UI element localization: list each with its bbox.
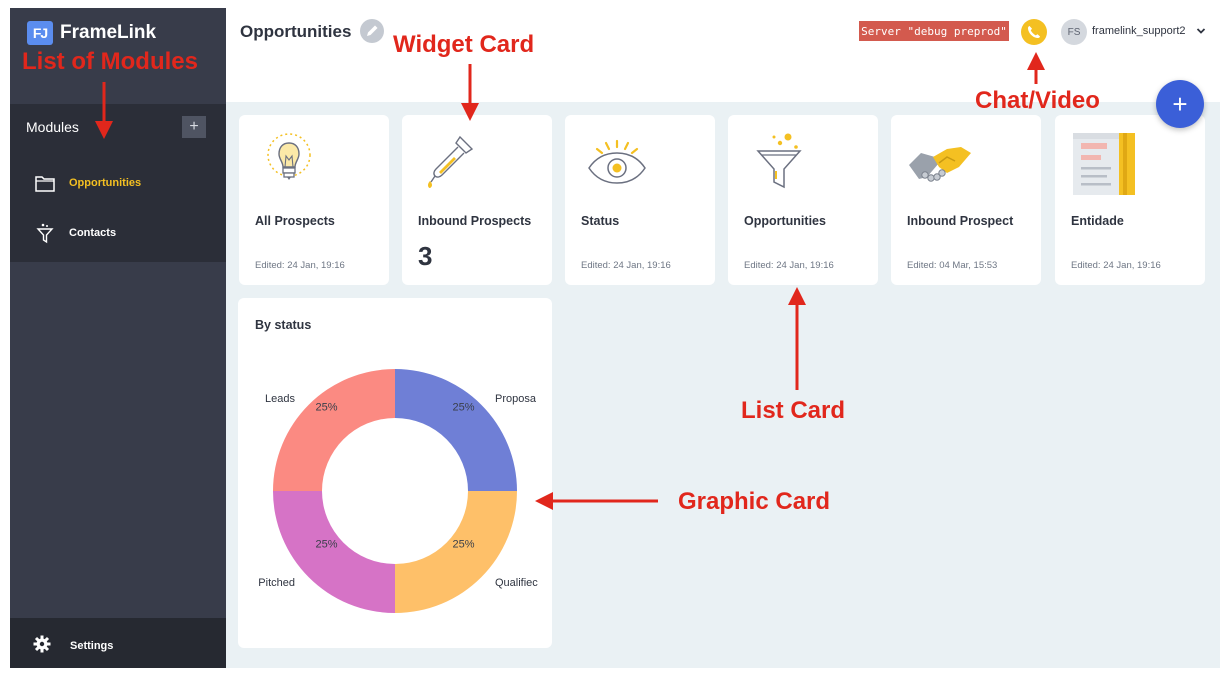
graph-card-by-status[interactable]: By status 25% Proposa 25% Qualifiec 25% Pitch… <box>238 298 552 648</box>
donut-slice-label: Leads <box>265 393 295 405</box>
phone-icon <box>1028 26 1040 38</box>
brand-name[interactable]: FrameLink <box>60 22 156 44</box>
add-module-button[interactable]: + <box>182 116 206 138</box>
card-status[interactable]: Status Edited: 24 Jan, 19:16 <box>565 115 715 285</box>
annotation-list-card: List Card <box>741 397 846 424</box>
funnel-icon <box>36 223 54 244</box>
card-title: Inbound Prospects <box>418 214 532 228</box>
modules-header: Modules <box>26 119 79 135</box>
add-widget-button[interactable]: + <box>1156 80 1204 128</box>
donut-slice-qualifiec[interactable] <box>395 491 517 613</box>
card-title: All Prospects <box>255 214 335 228</box>
card-edited: Edited: 24 Jan, 19:16 <box>255 260 345 271</box>
card-edited: Edited: 24 Jan, 19:16 <box>1071 260 1161 271</box>
card-inbound-prospects[interactable]: Inbound Prospects 3 <box>402 115 552 285</box>
annotation-widget-card: Widget Card <box>393 31 535 58</box>
gear-icon <box>33 635 51 653</box>
funnel-icon <box>756 133 802 189</box>
sidebar: FJ FrameLink Modules + Opportunities Con… <box>10 8 226 668</box>
avatar[interactable]: FS <box>1061 19 1087 45</box>
donut-chart: 25% Proposa 25% Qualifiec 25% Pitched 25% Leads <box>258 369 538 613</box>
card-opportunities[interactable]: Opportunities Edited: 24 Jan, 19:16 <box>728 115 878 285</box>
donut-slice-pitched[interactable] <box>273 491 395 613</box>
donut-slice-percent: 25% <box>316 402 338 414</box>
donut-slice-percent: 25% <box>452 402 474 414</box>
handshake-icon <box>909 147 971 182</box>
card-title: Status <box>581 214 620 228</box>
lightbulb-icon <box>267 133 311 180</box>
donut-slice-percent: 25% <box>316 538 338 550</box>
page-title: Opportunities <box>240 22 352 41</box>
card-title: Inbound Prospect <box>907 214 1014 228</box>
donut-slice-label: Proposa <box>495 393 537 405</box>
card-entidade[interactable]: Entidade Edited: 24 Jan, 19:16 <box>1055 115 1205 285</box>
folder-icon <box>35 176 55 192</box>
card-title: Opportunities <box>744 214 826 228</box>
donut-slice-percent: 25% <box>452 538 474 550</box>
settings-button[interactable]: Settings <box>10 618 226 668</box>
card-edited: Edited: 04 Mar, 15:53 <box>907 260 998 271</box>
document-icon <box>1073 133 1135 195</box>
card-edited: Edited: 24 Jan, 19:16 <box>744 260 834 271</box>
card-edited: Edited: 24 Jan, 19:16 <box>581 260 671 271</box>
donut-slice-label: Qualifiec <box>495 577 538 589</box>
donut-slice-proposa[interactable] <box>395 369 517 491</box>
annotation-list-of-modules: List of Modules <box>22 48 198 75</box>
card-inbound-prospect[interactable]: Inbound Prospect Edited: 04 Mar, 15:53 <box>891 115 1041 285</box>
donut-slice-label: Pitched <box>258 577 295 589</box>
settings-label: Settings <box>70 640 114 652</box>
server-badge: Server "debug preprod" <box>859 21 1009 41</box>
pencil-icon <box>367 25 378 36</box>
sidebar-item-contacts[interactable]: Contacts <box>10 216 226 252</box>
chevron-down-icon[interactable] <box>1196 27 1206 35</box>
chat-video-button[interactable] <box>1021 19 1047 45</box>
eye-icon <box>588 139 646 184</box>
card-count: 3 <box>418 241 433 271</box>
modules-panel: Modules + Opportunities Contacts <box>10 104 226 262</box>
user-menu[interactable]: framelink_support2 <box>1092 25 1186 37</box>
annotation-graphic-card: Graphic Card <box>678 488 831 515</box>
card-all-prospects[interactable]: All Prospects Edited: 24 Jan, 19:16 <box>239 115 389 285</box>
sidebar-item-opportunities[interactable]: Opportunities <box>10 166 226 202</box>
sidebar-item-label: Opportunities <box>69 177 142 189</box>
card-title: Entidade <box>1071 214 1124 228</box>
donut-slice-leads[interactable] <box>273 369 395 491</box>
sidebar-item-label: Contacts <box>69 227 117 239</box>
annotation-chat-video: Chat/Video <box>975 87 1100 114</box>
brand-logo[interactable]: FJ <box>27 21 53 45</box>
dropper-icon <box>428 135 474 188</box>
edit-title-button[interactable] <box>360 19 384 43</box>
